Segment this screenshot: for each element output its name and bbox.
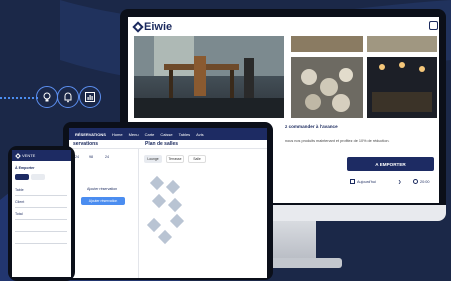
phone-header: VENTE xyxy=(12,150,71,161)
nav-item-menu[interactable]: Menu xyxy=(129,132,139,137)
hero-photo xyxy=(134,36,284,118)
phone-tab-active[interactable] xyxy=(15,174,29,180)
nav-item-tables[interactable]: Tables xyxy=(179,132,191,137)
nav-item-home[interactable]: Home xyxy=(112,132,123,137)
tablet-subheader: servations Plan de salles xyxy=(69,140,267,149)
logo-icon xyxy=(132,21,144,33)
phone-tab[interactable] xyxy=(31,174,45,180)
bell-icon xyxy=(57,86,79,108)
photo-bar xyxy=(367,36,437,52)
calendar-icon xyxy=(350,179,355,184)
date-selector[interactable]: Aujourd'hui xyxy=(350,179,376,184)
nav-title[interactable]: RÉSERVATIONS xyxy=(75,132,106,137)
divider xyxy=(15,231,67,232)
room-plan-title: Plan de salles xyxy=(145,141,179,147)
side-heading: Ajouter réservation xyxy=(87,187,118,191)
reservation-sidebar: 24 98 24 Ajouter réservation Ajouter rés… xyxy=(69,149,139,278)
phone-section: À Emporter xyxy=(15,166,35,170)
tab-terrasse[interactable]: Terrasse xyxy=(166,155,184,163)
clock-icon xyxy=(413,179,418,184)
divider xyxy=(15,243,67,244)
promo-text: nous nos produits maintenant et profitez… xyxy=(285,139,390,143)
tablet-nav: RÉSERVATIONS Home Menu Carte Caisse Tabl… xyxy=(69,128,267,140)
tab-lounge[interactable]: Lounge xyxy=(144,155,162,163)
chart-icon xyxy=(79,86,101,108)
photo-restaurant xyxy=(367,57,437,118)
order-takeaway-button[interactable]: A EMPORTER xyxy=(347,157,434,171)
divider xyxy=(15,207,67,208)
bulb-icon xyxy=(36,86,58,108)
nav-item-carte[interactable]: Carte xyxy=(145,132,155,137)
chevron-right-icon[interactable]: ❯ xyxy=(398,179,401,184)
user-icon[interactable] xyxy=(429,21,438,30)
phone-logo-icon xyxy=(15,152,21,159)
photo-kitchen xyxy=(291,57,363,118)
photo-dining xyxy=(291,36,363,52)
divider xyxy=(15,195,67,196)
add-reservation-button[interactable]: Ajouter réservation xyxy=(81,197,125,205)
connector-line xyxy=(0,97,38,99)
nav-item-caisse[interactable]: Caisse xyxy=(160,132,172,137)
nav-item-avis[interactable]: Avis xyxy=(196,132,203,137)
promo-title: z commander à l'avance xyxy=(285,124,338,129)
tab-salle[interactable]: Salle xyxy=(188,155,206,163)
time-selector[interactable]: 20:00 xyxy=(413,179,430,184)
divider xyxy=(15,219,67,220)
app-logo[interactable]: Eiwie xyxy=(132,21,172,33)
